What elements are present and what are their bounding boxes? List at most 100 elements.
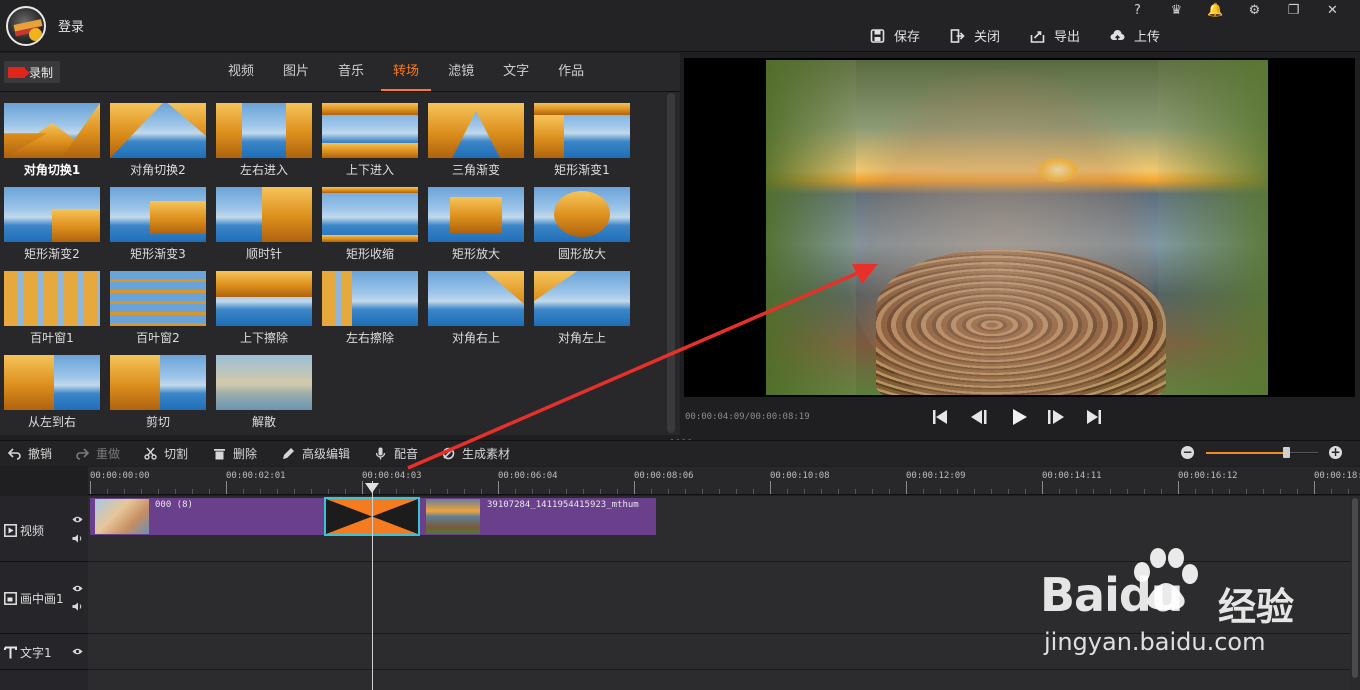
save-button[interactable]: 保存 [870,26,920,45]
tab-filters[interactable]: 滤镜 [436,53,486,91]
record-button[interactable]: 录制 [4,61,60,83]
transition-item[interactable]: 从左到右 [4,355,100,435]
zoom-out-button[interactable]: − [1181,446,1194,459]
zoom-in-button[interactable]: + [1329,446,1342,459]
timeline-ruler[interactable]: 00:00:00:00 00:00:02:01 00:00:04:03 00:00:0… [88,467,1360,495]
transition-item[interactable]: 矩形放大 [428,187,524,267]
ruler-minor-tick [1127,489,1128,494]
delete-button[interactable]: 删除 [213,445,257,462]
transition-item[interactable]: 对角右上 [428,271,524,351]
upload-label: 上传 [1134,30,1161,45]
tab-images[interactable]: 图片 [271,53,321,91]
transition-item[interactable]: 剪切 [110,355,206,435]
transition-preview-image [216,355,312,410]
upload-button[interactable]: 上传 [1110,26,1160,45]
trash-icon [214,449,225,460]
transition-item[interactable]: 左右擦除 [322,271,418,351]
video-clip-2[interactable]: 39107284_1411954415923_mthum [420,498,656,535]
ruler-minor-tick [243,489,244,494]
track-header-pip: 画中画1 [0,562,88,634]
skip-to-end-button[interactable] [1086,405,1125,429]
transition-preview-image [428,187,524,242]
ruler-minor-tick [719,489,720,494]
transition-label: 对角切换1 [23,163,81,177]
transition-item[interactable]: 矩形渐变3 [110,187,206,267]
restore-window-icon[interactable]: ❐ [1274,2,1313,20]
video-clip-1[interactable]: 000 (8) [90,498,324,535]
settings-gear-icon[interactable]: ⚙ [1235,2,1274,20]
close-project-button[interactable]: 关闭 [950,26,1000,45]
playhead-handle[interactable] [365,483,379,493]
transition-item[interactable]: 百叶窗2 [110,271,206,351]
undo-button[interactable]: 撤销 [8,445,52,462]
watermark-brand: Baidu [1040,568,1184,622]
previous-frame-button[interactable] [969,405,1008,429]
transition-preview-image [428,103,524,158]
ruler-tick-label: 00:00:14:11 [1042,471,1102,494]
transition-item[interactable]: 对角左上 [534,271,630,351]
transition-item[interactable]: 矩形渐变1 [534,103,630,183]
tab-works[interactable]: 作品 [546,53,596,91]
ruler-minor-tick [974,489,975,494]
export-button[interactable]: 导出 [1030,26,1080,45]
zoom-slider-handle[interactable] [1283,447,1290,458]
crown-icon[interactable]: ♛ [1157,2,1196,20]
transition-item[interactable]: 上下擦除 [216,271,312,351]
speaker-icon[interactable] [72,602,83,611]
text-track-name: 文字1 [4,644,52,661]
transition-item[interactable]: 顺时针 [216,187,312,267]
eye-icon[interactable] [72,515,83,524]
ruler-minor-tick [430,489,431,494]
ruler-minor-tick [1229,489,1230,494]
transition-item[interactable]: 左右进入 [216,103,312,183]
ruler-tick-label: 00:00:18: [1314,471,1360,494]
eye-icon[interactable] [72,647,83,656]
tab-music[interactable]: 音乐 [326,53,376,91]
ruler-minor-tick [124,489,125,494]
ruler-minor-tick [838,489,839,494]
generate-material-button[interactable]: 生成素材 [442,445,510,462]
eye-icon[interactable] [72,584,83,593]
transition-preview-image [216,187,312,242]
undo-label: 撤销 [28,447,53,461]
redo-label: 重做 [96,447,121,461]
transition-label: 三角渐变 [451,163,500,177]
skip-to-start-button[interactable] [930,405,969,429]
login-link[interactable]: 登录 [58,16,84,35]
transition-item[interactable]: 百叶窗1 [4,271,100,351]
library-scrollbar[interactable] [667,93,675,433]
play-button[interactable] [1008,405,1047,429]
transition-item[interactable]: 三角渐变 [428,103,524,183]
transition-item[interactable]: 圆形放大 [534,187,630,267]
ruler-minor-tick [260,489,261,494]
redo-button[interactable]: 重做 [76,445,120,462]
timeline-scrollbar[interactable] [1350,496,1360,690]
transition-preview-image [4,187,100,242]
media-library-panel: 录制 视频 图片 音乐 转场 滤镜 文字 作品 对角切换1 对角切换2 左右进入 上下… [0,53,680,435]
advanced-edit-button[interactable]: 高级编辑 [282,445,350,462]
bell-icon[interactable]: 🔔 [1196,2,1235,20]
tab-transitions[interactable]: 转场 [381,53,432,91]
transition-label: 对角切换2 [130,163,186,177]
transition-item[interactable]: 解散 [216,355,312,435]
tab-video[interactable]: 视频 [216,53,266,91]
transition-item[interactable]: 上下进入 [322,103,418,183]
transition-label: 百叶窗1 [30,331,74,345]
playhead-line[interactable] [372,481,373,690]
ruler-minor-tick [702,489,703,494]
clip-name: 39107284_1411954415923_mthum [487,500,639,510]
next-frame-button[interactable] [1047,405,1086,429]
voiceover-button[interactable]: 配音 [374,445,418,462]
transition-item[interactable]: 对角切换1 [4,103,100,183]
transition-label: 左右擦除 [345,331,394,345]
cut-button[interactable]: 切割 [144,445,188,462]
help-icon[interactable]: ? [1118,2,1157,20]
tab-text[interactable]: 文字 [491,53,541,91]
close-window-icon[interactable]: ✕ [1313,2,1352,20]
transition-preview-image [4,355,100,410]
speaker-icon[interactable] [72,534,83,543]
transition-item[interactable]: 矩形收缩 [322,187,418,267]
transition-item[interactable]: 矩形渐变2 [4,187,100,267]
ruler-tick-label: 00:00:16:12 [1178,471,1238,494]
transition-item[interactable]: 对角切换2 [110,103,206,183]
